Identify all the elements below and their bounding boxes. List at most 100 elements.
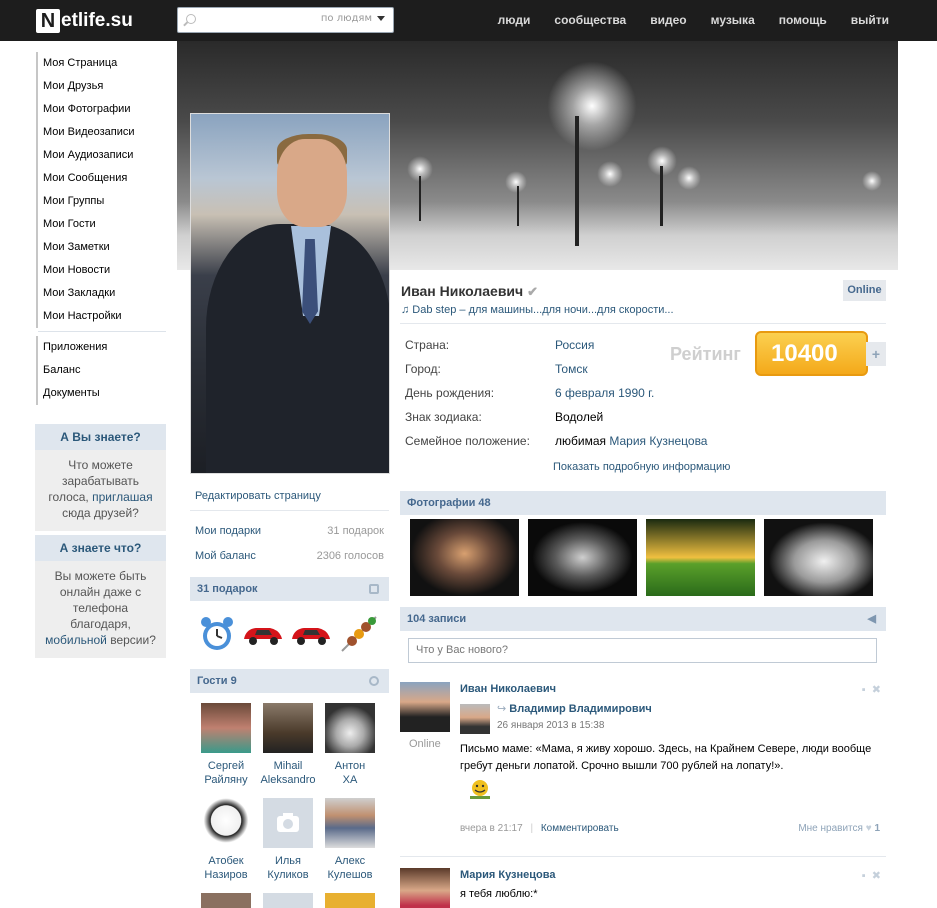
repost-author-avatar[interactable] — [460, 704, 490, 734]
close-icon[interactable]: ✖ — [872, 684, 881, 696]
guest-avatar[interactable] — [325, 893, 375, 908]
menu-documents[interactable]: Документы — [36, 382, 166, 405]
verified-check-icon: ✔ — [527, 284, 539, 299]
comment-link[interactable]: Комментировать — [541, 823, 619, 834]
post-author-link[interactable]: Иван Николаевич — [460, 683, 556, 695]
post-text: я тебя люблю:* — [460, 888, 538, 900]
gift-red-car-item[interactable] — [242, 619, 284, 649]
gift-kebab-item[interactable] — [338, 613, 380, 655]
nav-help[interactable]: помощь — [779, 13, 827, 27]
rating-badge[interactable]: 10400 — [755, 331, 868, 376]
guests-icon — [369, 676, 379, 686]
guest-card[interactable]: Сергей Райляну — [195, 703, 257, 788]
gift-red-car-item[interactable] — [290, 619, 332, 649]
profile-info-table: Страна: Россия Город: Томск День рождени… — [405, 333, 707, 453]
menu-my-page[interactable]: Моя Страница — [36, 52, 166, 75]
my-balance-link[interactable]: Мой баланс — [195, 544, 256, 569]
nav-communities[interactable]: сообщества — [554, 13, 626, 27]
menu-my-friends[interactable]: Мои Друзья — [36, 75, 166, 98]
guest-avatar[interactable] — [263, 703, 313, 753]
menu-my-audio[interactable]: Мои Аудиозаписи — [36, 144, 166, 167]
nav-people[interactable]: люди — [498, 13, 531, 27]
guest-avatar[interactable] — [325, 703, 375, 753]
my-balance-row[interactable]: Мой баланс 2306 голосов — [190, 544, 389, 569]
guest-avatar[interactable] — [201, 703, 251, 753]
menu-my-guests[interactable]: Мои Гости — [36, 213, 166, 236]
guest-card[interactable]: Илья Куликов — [257, 798, 319, 883]
guest-card[interactable]: Атобек Назиров — [195, 798, 257, 883]
my-gifts-row[interactable]: Мои подарки 31 подарок — [190, 519, 389, 544]
search-input[interactable] — [200, 10, 290, 30]
wall-header[interactable]: 104 записи ◀ — [400, 607, 886, 631]
dropdown-arrow-icon — [377, 16, 385, 21]
tip-mobile-link[interactable]: мобильной — [45, 633, 107, 647]
close-icon[interactable]: ✖ — [872, 870, 881, 882]
photo-thumbnail[interactable] — [528, 519, 637, 596]
menu-apps[interactable]: Приложения — [36, 336, 166, 359]
guest-card[interactable] — [257, 893, 319, 908]
wall-post: Online Иван Николаевич ▪ ✖ ↪ Владимир Вл… — [400, 682, 886, 834]
nav-music[interactable]: музыка — [711, 13, 755, 27]
menu-my-notes[interactable]: Мои Заметки — [36, 236, 166, 259]
partner-link[interactable]: Мария Кузнецова — [609, 434, 707, 448]
guest-card[interactable]: Алекс Кулешов — [319, 798, 381, 883]
guest-card[interactable]: Mihail Aleksandro — [257, 703, 319, 788]
guest-card[interactable] — [195, 893, 257, 908]
tip-box-invite: А Вы знаете? Что можете зарабатывать гол… — [35, 424, 166, 531]
photos-header[interactable]: Фотографии 48 — [400, 491, 886, 515]
menu-my-messages[interactable]: Мои Сообщения — [36, 167, 166, 190]
info-row-relationship: Семейное положение: любимая Мария Кузнец… — [405, 434, 708, 448]
menu-my-groups[interactable]: Мои Группы — [36, 190, 166, 213]
rating-plus-button[interactable]: + — [866, 342, 886, 366]
repost-date: 26 января 2013 в 15:38 — [497, 720, 605, 731]
profile-page: Редактировать страницу Мои подарки 31 по… — [177, 41, 898, 908]
info-row-country: Страна: Россия — [405, 338, 595, 352]
new-post-input[interactable]: Что у Вас нового? — [408, 638, 877, 663]
guests-header[interactable]: Гости 9 — [190, 669, 389, 693]
nav-logout[interactable]: выйти — [851, 13, 889, 27]
gift-clock-item[interactable] — [196, 613, 238, 655]
guest-avatar[interactable] — [201, 893, 251, 908]
guest-avatar[interactable] — [325, 798, 375, 848]
post-actions: ▪ ✖ — [862, 869, 881, 882]
tip-invite-link[interactable]: приглашая — [92, 490, 152, 504]
search-scope-dropdown[interactable]: по людям — [321, 13, 385, 24]
nav-video[interactable]: видео — [650, 13, 686, 27]
post-actions: ▪ ✖ — [862, 683, 881, 696]
post-author-avatar[interactable] — [400, 868, 450, 908]
menu-divider — [38, 331, 166, 332]
like-button[interactable]: Мне нравится ♥ 1 — [798, 823, 880, 834]
tip-title: А знаете что? — [35, 535, 166, 561]
guest-card[interactable] — [319, 893, 381, 908]
post-text: Письмо маме: «Мама, я живу хорошо. Здесь… — [460, 743, 872, 772]
repost-author-link[interactable]: ↪ Владимир Владимирович — [497, 702, 652, 715]
guest-avatar-placeholder[interactable] — [263, 798, 313, 848]
photo-thumbnail[interactable] — [646, 519, 755, 596]
menu-my-news[interactable]: Мои Новости — [36, 259, 166, 282]
guest-card[interactable]: Антон ХА — [319, 703, 381, 788]
show-more-info-link[interactable]: Показать подробную информацию — [553, 461, 730, 473]
post-time[interactable]: вчера в 21:17 — [460, 823, 523, 834]
my-gifts-link[interactable]: Мои подарки — [195, 519, 261, 544]
menu-my-photos[interactable]: Мои Фотографии — [36, 98, 166, 121]
profile-left-column: Редактировать страницу Мои подарки 31 по… — [190, 481, 389, 908]
author-online-label: Online — [409, 738, 441, 750]
menu-my-settings[interactable]: Мои Настройки — [36, 305, 166, 328]
profile-status[interactable]: ♫ Dab step – для машины...для ночи...для… — [401, 304, 674, 316]
comment-icon[interactable]: ▪ — [862, 870, 866, 882]
guest-avatar-placeholder[interactable] — [263, 893, 313, 908]
comment-icon[interactable]: ▪ — [862, 684, 866, 696]
menu-my-bookmarks[interactable]: Мои Закладки — [36, 282, 166, 305]
menu-balance[interactable]: Баланс — [36, 359, 166, 382]
site-logo[interactable]: N etlife.su — [36, 7, 133, 34]
photo-thumbnail[interactable] — [410, 519, 519, 596]
guest-avatar[interactable] — [201, 798, 251, 848]
left-menu: Моя Страница Мои Друзья Мои Фотографии М… — [36, 52, 166, 405]
post-author-avatar[interactable] — [400, 682, 450, 732]
gifts-header[interactable]: 31 подарок — [190, 577, 389, 601]
edit-profile-link[interactable]: Редактировать страницу — [190, 481, 389, 511]
profile-avatar[interactable] — [190, 113, 390, 474]
post-author-link[interactable]: Мария Кузнецова — [460, 869, 556, 881]
menu-my-videos[interactable]: Мои Видеозаписи — [36, 121, 166, 144]
photo-thumbnail[interactable] — [764, 519, 873, 596]
